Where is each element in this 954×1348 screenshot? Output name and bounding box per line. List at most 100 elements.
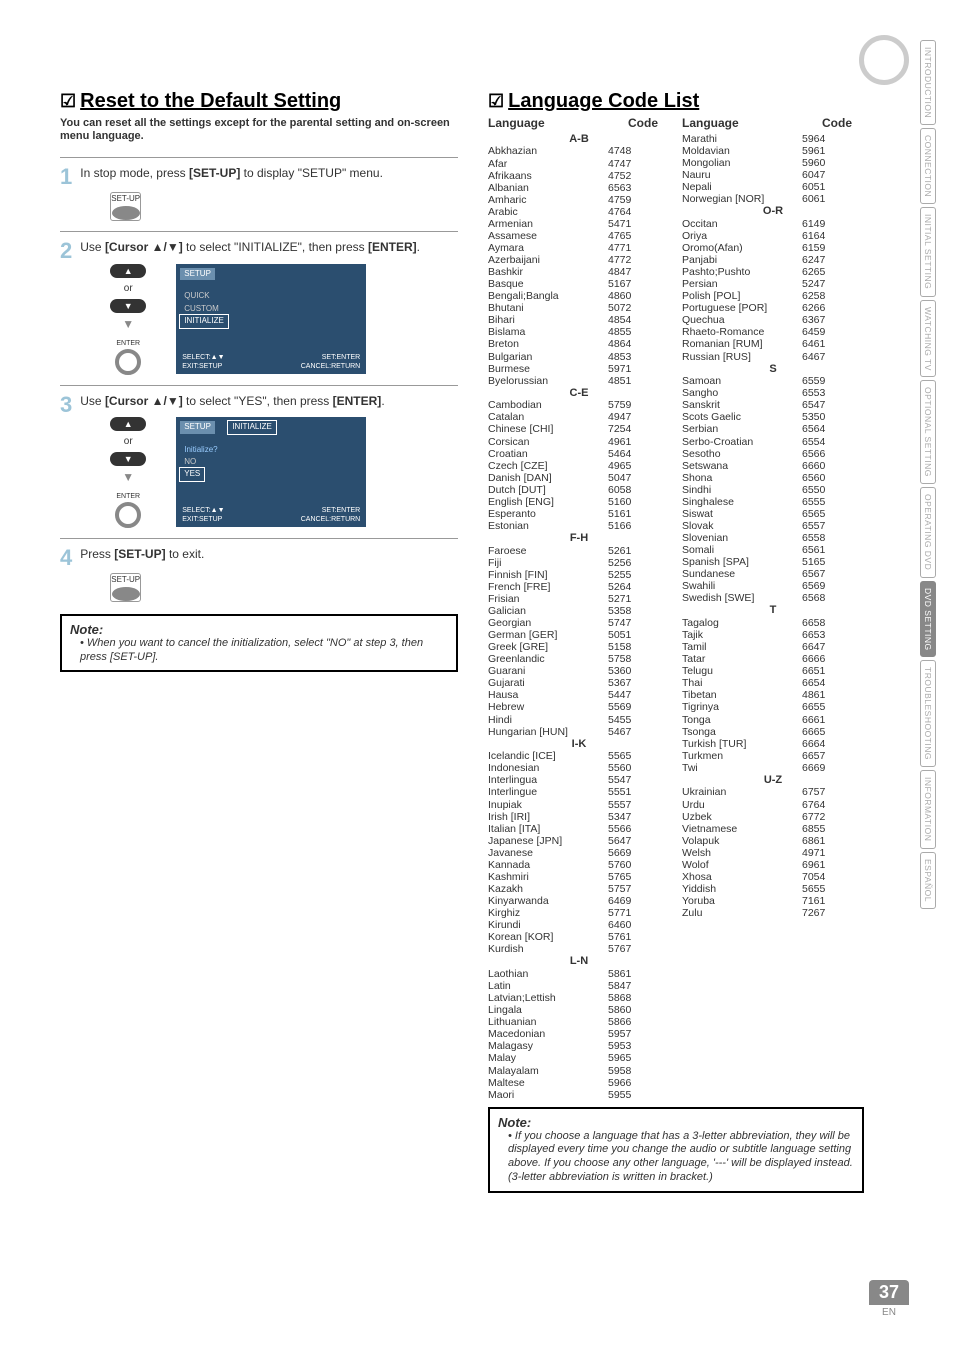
t: EXIT:SETUP <box>182 516 222 523</box>
lang-code: 6469 <box>608 895 648 907</box>
note-title: Note: <box>70 622 448 637</box>
lang-row: Esperanto5161 <box>488 508 670 520</box>
lang-code: 6651 <box>802 665 842 677</box>
lang-name: Amharic <box>488 194 608 206</box>
step-4: 4 Press [SET-UP] to exit. SET-UP <box>60 538 458 602</box>
side-tab[interactable]: INITIAL SETTING <box>920 207 936 296</box>
lang-code: 4855 <box>608 326 648 338</box>
lang-row: Bhutani5072 <box>488 302 670 314</box>
lang-name: Swedish [SWE] <box>682 592 802 604</box>
lang-row: Setswana6660 <box>682 460 864 472</box>
t: [Cursor ▲/▼] <box>105 394 183 408</box>
lang-name: Aymara <box>488 242 608 254</box>
side-tab[interactable]: OPTIONAL SETTING <box>920 380 936 484</box>
lang-name: Interlingua <box>488 774 608 786</box>
side-tab[interactable]: CONNECTION <box>920 128 936 204</box>
lang-name: Esperanto <box>488 508 608 520</box>
lang-code: 5961 <box>802 145 842 157</box>
lang-name: Corsican <box>488 436 608 448</box>
lang-name: Galician <box>488 605 608 617</box>
lang-code: 5347 <box>608 811 648 823</box>
lang-row: Byelorussian4851 <box>488 375 670 387</box>
lang-code: 5247 <box>802 278 842 290</box>
lang-code: 6658 <box>802 617 842 629</box>
lang-code: 6669 <box>802 762 842 774</box>
lang-row: Catalan4947 <box>488 411 670 423</box>
lang-name: Romanian [RUM] <box>682 338 802 350</box>
t: CANCEL:RETURN <box>301 516 361 523</box>
lang-name: Occitan <box>682 218 802 230</box>
reset-subtitle: You can reset all the settings except fo… <box>60 117 458 143</box>
lang-row: Kinyarwanda6469 <box>488 895 670 907</box>
lang-name: Kinyarwanda <box>488 895 608 907</box>
t: to exit. <box>166 547 205 561</box>
lang-row: Kirundi6460 <box>488 919 670 931</box>
side-tab[interactable]: ESPAÑOL <box>920 852 936 909</box>
note-box-right: Note: • If you choose a language that ha… <box>488 1107 864 1193</box>
lang-code: 5965 <box>608 1052 648 1064</box>
lang-name: Scots Gaelic <box>682 411 802 423</box>
lang-code: 5471 <box>608 218 648 230</box>
lang-code: 6568 <box>802 592 842 604</box>
lang-code: 5757 <box>608 883 648 895</box>
lang-code: 5447 <box>608 689 648 701</box>
menu-tag: INITIALIZE <box>228 421 276 433</box>
lang-row: Pashto;Pushto6265 <box>682 266 864 278</box>
lang-name: Bihari <box>488 314 608 326</box>
lang-name: Bengali;Bangla <box>488 290 608 302</box>
lang-name: Malagasy <box>488 1040 608 1052</box>
lang-code: 5868 <box>608 992 648 1004</box>
lang-row: Sanskrit6547 <box>682 399 864 411</box>
language-table: Language Code A-BAbkhazian4748Afar4747Af… <box>488 117 864 1101</box>
lang-row: Fiji5256 <box>488 557 670 569</box>
lang-name: Samoan <box>682 375 802 387</box>
lang-row: Chinese [CHI]7254 <box>488 423 670 435</box>
lang-row: Gujarati5367 <box>488 677 670 689</box>
lang-code: 4965 <box>608 460 648 472</box>
lang-row: Sangho6553 <box>682 387 864 399</box>
lang-name: Armenian <box>488 218 608 230</box>
lang-name: Yiddish <box>682 883 802 895</box>
lang-row: Amharic4759 <box>488 194 670 206</box>
lang-row: Moldavian5961 <box>682 145 864 157</box>
lang-name: Finnish [FIN] <box>488 569 608 581</box>
lang-row: Norwegian [NOR]6061 <box>682 193 864 205</box>
lang-code: 6666 <box>802 653 842 665</box>
lang-code: 4772 <box>608 254 648 266</box>
lang-row: Malagasy5953 <box>488 1040 670 1052</box>
lang-row: Javanese5669 <box>488 847 670 859</box>
lang-row: Samoan6559 <box>682 375 864 387</box>
lang-code: 6553 <box>802 387 842 399</box>
cursor-keys-graphic: ▲ or ▼ ▼ ENTER <box>110 264 146 375</box>
lang-group-header: L-N <box>488 955 670 968</box>
lang-name: Malayalam <box>488 1065 608 1077</box>
side-tab[interactable]: DVD SETTING <box>920 581 936 658</box>
side-tab[interactable]: WATCHING TV <box>920 300 936 378</box>
lang-code: 5669 <box>608 847 648 859</box>
step-3: 3 Use [Cursor ▲/▼] to select "YES", then… <box>60 385 458 528</box>
lang-code: 6559 <box>802 375 842 387</box>
lang-code: 5866 <box>608 1016 648 1028</box>
note-text: • If you choose a language that has a 3-… <box>508 1130 854 1185</box>
lang-code: 5647 <box>608 835 648 847</box>
side-tab[interactable]: INFORMATION <box>920 770 936 848</box>
lang-row: Afar4747 <box>488 158 670 170</box>
lang-code: 6664 <box>802 738 842 750</box>
lang-row: Siswat6565 <box>682 508 864 520</box>
side-tab[interactable]: INTRODUCTION <box>920 40 936 125</box>
t: CANCEL:RETURN <box>301 363 361 370</box>
side-tab[interactable]: OPERATING DVD <box>920 487 936 577</box>
enter-button-graphic: ENTER <box>115 339 141 375</box>
lang-code: 6772 <box>802 811 842 823</box>
lang-code: 6266 <box>802 302 842 314</box>
lang-group-header: T <box>682 604 864 617</box>
side-tab[interactable]: TROUBLESHOOTING <box>920 660 936 767</box>
lang-code: 4947 <box>608 411 648 423</box>
lang-name: Greenlandic <box>488 653 608 665</box>
lang-name: Afar <box>488 158 608 170</box>
lang-row: Russian [RUS]6467 <box>682 351 864 363</box>
t: [ENTER] <box>368 240 417 254</box>
lang-row: Danish [DAN]5047 <box>488 472 670 484</box>
lang-name: Zulu <box>682 907 802 919</box>
lang-code: 6855 <box>802 823 842 835</box>
